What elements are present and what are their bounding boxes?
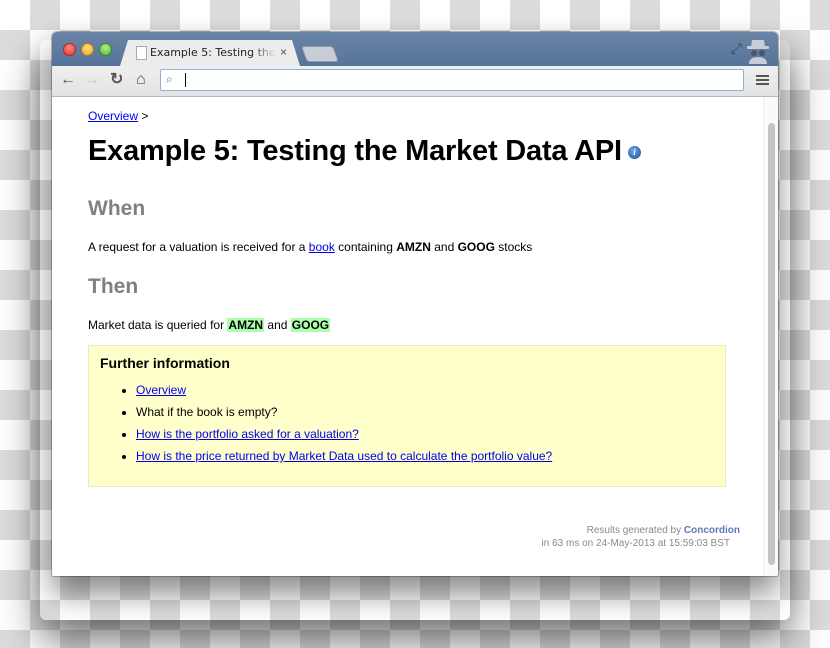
new-tab-button[interactable] bbox=[301, 46, 339, 62]
fullscreen-icon[interactable]: ⤢ bbox=[731, 40, 742, 57]
assertion-goog-success: GOOG bbox=[290, 318, 331, 332]
book-link[interactable]: book bbox=[309, 240, 335, 254]
when-heading: When bbox=[88, 197, 146, 220]
page-title-text: Example 5: Testing the Market Data API bbox=[88, 135, 622, 167]
info-icon[interactable]: i bbox=[627, 145, 641, 159]
price-calculation-link[interactable]: How is the price returned by Market Data… bbox=[136, 449, 552, 463]
then-text: Market data is queried for AMZN and GOOG bbox=[88, 318, 331, 332]
vertical-scrollbar[interactable] bbox=[763, 97, 778, 576]
when-text: A request for a valuation is received fo… bbox=[88, 240, 532, 254]
overview-link[interactable]: Overview bbox=[136, 383, 186, 397]
concordion-link[interactable]: Concordion bbox=[684, 525, 740, 536]
when-text-part: and bbox=[430, 240, 458, 254]
text-caret bbox=[185, 73, 186, 87]
document-icon bbox=[136, 46, 147, 60]
incognito-icon bbox=[747, 40, 769, 64]
home-button[interactable]: ⌂ bbox=[136, 71, 146, 89]
tab-title: Example 5: Testing the Market Data API bbox=[150, 46, 276, 59]
address-input[interactable] bbox=[183, 71, 733, 89]
search-icon: ⌕ bbox=[166, 72, 173, 86]
list-item: What if the book is empty? bbox=[136, 401, 552, 423]
menu-icon[interactable] bbox=[756, 75, 769, 87]
list-item: Overview bbox=[136, 379, 552, 401]
breadcrumb-overview-link[interactable]: Overview bbox=[88, 109, 138, 123]
omnibox[interactable]: ⌕ bbox=[160, 69, 744, 91]
assertion-amzn-success: AMZN bbox=[227, 318, 265, 332]
then-heading: Then bbox=[88, 275, 139, 298]
when-text-part: containing bbox=[334, 240, 397, 254]
when-text-part: stocks bbox=[494, 240, 533, 254]
tab-close-icon[interactable]: × bbox=[280, 45, 287, 59]
then-text-part: and bbox=[264, 318, 291, 332]
forward-button[interactable]: → bbox=[84, 71, 100, 89]
browser-window: Example 5: Testing the Market Data API ×… bbox=[52, 32, 778, 576]
results-footer: Results generated by Concordion in 63 ms… bbox=[542, 524, 740, 550]
stock-amzn: AMZN bbox=[396, 240, 431, 254]
further-information-box: Further information Overview What if the… bbox=[88, 345, 726, 487]
further-information-heading: Further information bbox=[100, 355, 230, 371]
browser-toolbar: ← → ↻ ⌂ ⌕ bbox=[52, 66, 778, 97]
zoom-window-button[interactable] bbox=[99, 43, 112, 56]
stock-goog: GOOG bbox=[457, 240, 495, 254]
reload-button[interactable]: ↻ bbox=[110, 71, 123, 89]
close-window-button[interactable] bbox=[63, 43, 76, 56]
breadcrumb: Overview > bbox=[88, 109, 148, 123]
scrollbar-thumb[interactable] bbox=[768, 123, 775, 565]
page-content: Overview > Example 5: Testing the Market… bbox=[52, 97, 764, 576]
portfolio-valuation-link[interactable]: How is the portfolio asked for a valuati… bbox=[136, 427, 359, 441]
title-bar: Example 5: Testing the Market Data API ×… bbox=[52, 32, 778, 66]
page-title: Example 5: Testing the Market Data API i bbox=[88, 135, 641, 168]
list-item: How is the portfolio asked for a valuati… bbox=[136, 423, 552, 445]
back-button[interactable]: ← bbox=[60, 71, 76, 89]
footer-prefix: Results generated by bbox=[586, 525, 684, 536]
then-text-part: Market data is queried for bbox=[88, 318, 228, 332]
book-empty-text: What if the book is empty? bbox=[136, 405, 278, 419]
footer-line-1: Results generated by Concordion bbox=[542, 524, 740, 537]
further-information-list: Overview What if the book is empty? How … bbox=[100, 379, 552, 467]
minimize-window-button[interactable] bbox=[81, 43, 94, 56]
tab-active[interactable]: Example 5: Testing the Market Data API × bbox=[120, 40, 300, 66]
breadcrumb-separator: > bbox=[138, 109, 149, 123]
list-item: How is the price returned by Market Data… bbox=[136, 445, 552, 467]
when-text-part: A request for a valuation is received fo… bbox=[88, 240, 309, 254]
footer-line-2: in 63 ms on 24-May-2013 at 15:59:03 BST bbox=[541, 538, 730, 549]
